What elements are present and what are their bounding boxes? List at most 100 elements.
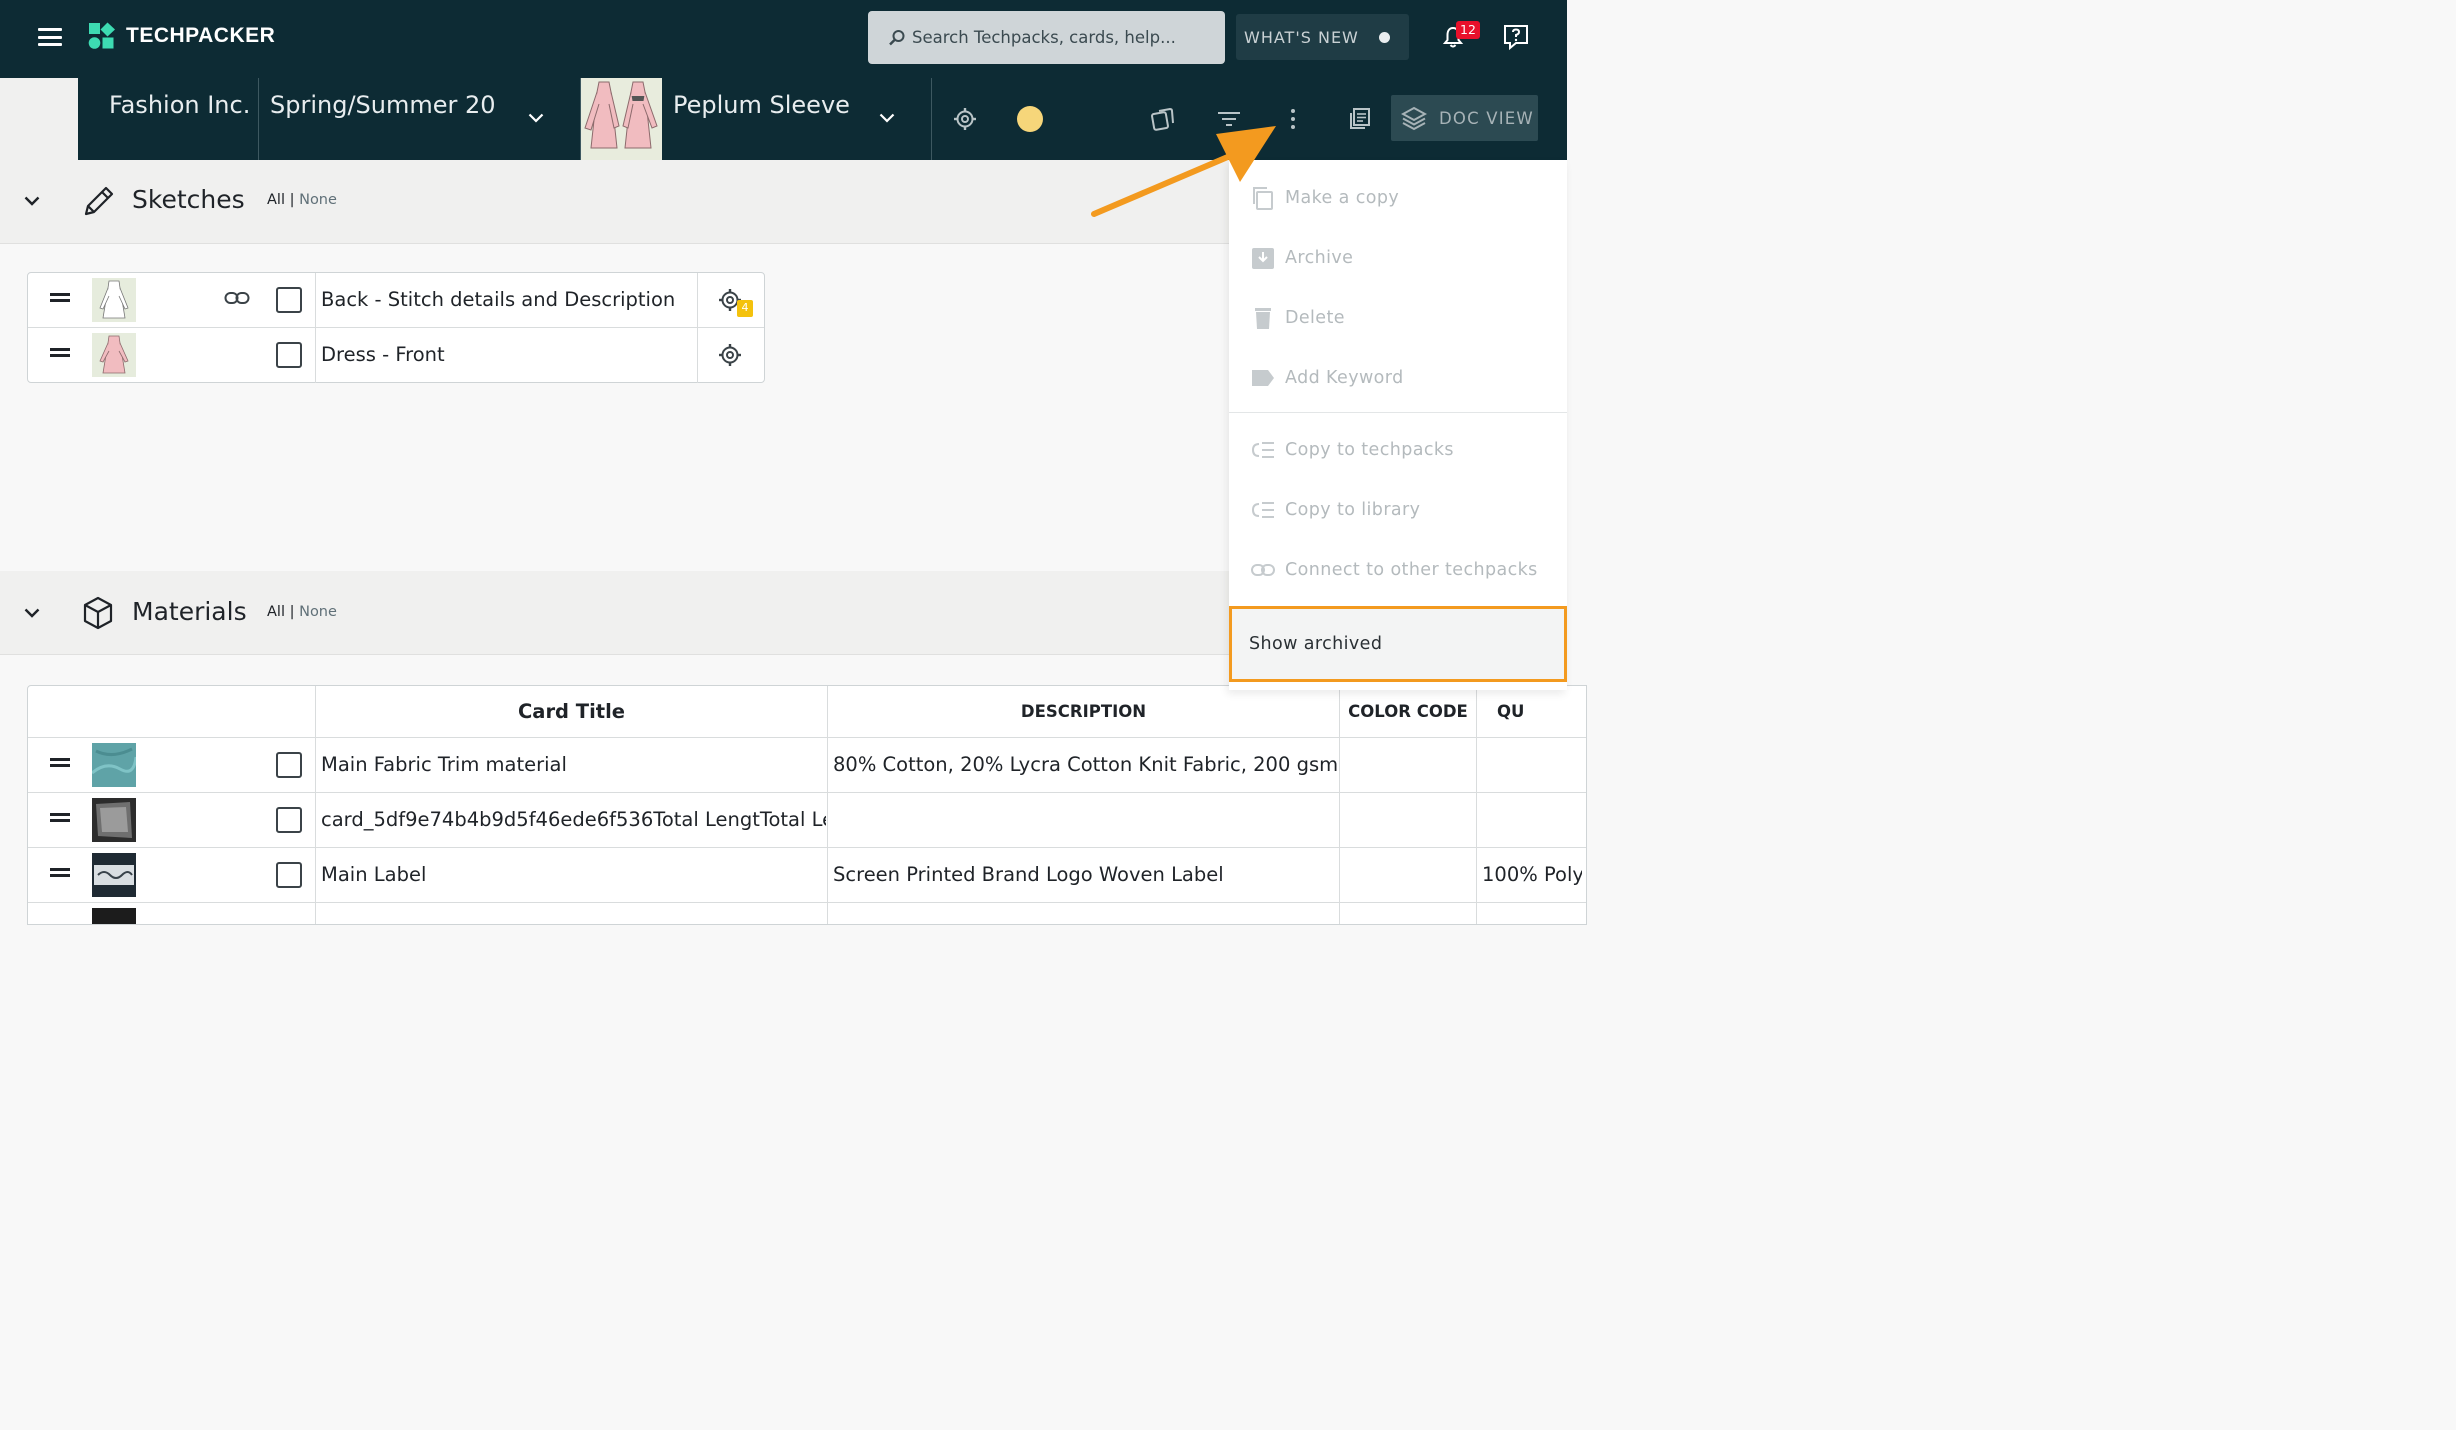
menu-item-archive[interactable]: Archive: [1229, 228, 1567, 288]
sketches-title: Sketches: [132, 185, 245, 214]
sketch-title[interactable]: Dress - Front: [321, 343, 445, 366]
row-checkbox[interactable]: [276, 287, 302, 313]
sketch-title[interactable]: Back - Stitch details and Description: [321, 288, 675, 311]
brand-name: TECHPACKER: [126, 24, 276, 47]
search-icon: [889, 29, 905, 45]
box-icon: [83, 596, 113, 630]
menu-item-label: Connect to other techpacks: [1285, 560, 1538, 580]
doc-view-label: DOC VIEW: [1439, 108, 1534, 128]
table-row[interactable]: Dress - Front: [28, 328, 764, 383]
select-all-none: All | None: [267, 192, 337, 208]
pencil-icon: [84, 186, 114, 216]
top-navbar: TECHPACKER WHAT'S NEW 12: [0, 0, 1567, 78]
dress-sketch-icon: [584, 81, 658, 149]
crumb-spacer: [0, 78, 78, 160]
sketch-thumbnail[interactable]: [92, 333, 136, 377]
material-description[interactable]: Screen Printed Brand Logo Woven Label: [833, 863, 1338, 886]
material-quality[interactable]: 100% Poly: [1482, 863, 1582, 886]
document-icon[interactable]: [1349, 107, 1371, 129]
column-divider: [697, 273, 698, 328]
menu-divider: [1229, 412, 1567, 413]
select-separator: |: [289, 604, 295, 620]
material-title[interactable]: Main Label: [321, 863, 821, 886]
header-card-title[interactable]: Card Title: [316, 686, 827, 738]
menu-item-label: Archive: [1285, 248, 1354, 268]
techpack-header: Fashion Inc. Spring/Summer 20 Peplum Sle…: [0, 78, 1567, 160]
style-name: Peplum Sleeve: [673, 91, 850, 119]
column-divider: [697, 328, 698, 383]
select-none-link[interactable]: None: [299, 192, 337, 208]
row-checkbox[interactable]: [276, 862, 302, 888]
row-checkbox[interactable]: [276, 807, 302, 833]
chevron-down-icon[interactable]: [24, 608, 40, 618]
style-thumbnail[interactable]: [581, 78, 662, 160]
material-thumbnail[interactable]: [92, 798, 136, 842]
archive-icon: [1252, 248, 1274, 269]
select-none-link[interactable]: None: [299, 604, 337, 620]
table-row[interactable]: Main Label Screen Printed Brand Logo Wov…: [28, 848, 1586, 903]
sketch-thumbnail[interactable]: [92, 278, 136, 322]
company-crumb[interactable]: Fashion Inc.: [78, 78, 259, 160]
table-row[interactable]: Back - Stitch details and Description 4: [28, 273, 764, 328]
menu-item-label: Copy to library: [1285, 500, 1421, 520]
table-row[interactable]: [28, 903, 1586, 924]
logo[interactable]: TECHPACKER: [88, 22, 275, 50]
material-title[interactable]: card_5df9e74b4b9d5f46ede6f536Total Lengt…: [321, 808, 826, 831]
menu-item-add-keyword[interactable]: Add Keyword: [1229, 348, 1567, 408]
chevron-down-icon[interactable]: [879, 113, 895, 123]
notification-badge: 12: [1456, 21, 1480, 39]
chevron-down-icon[interactable]: [528, 113, 544, 123]
select-separator: |: [289, 192, 295, 208]
season-name: Spring/Summer 20: [270, 91, 496, 119]
menu-item-copy-to-techpacks[interactable]: Copy to techpacks: [1229, 420, 1567, 480]
more-options-menu: Make a copy Archive Delete Add Keyword C…: [1229, 160, 1567, 690]
material-thumbnail[interactable]: [92, 743, 136, 787]
drag-handle-icon[interactable]: [50, 758, 70, 767]
table-row[interactable]: Main Fabric Trim material 80% Cotton, 20…: [28, 738, 1586, 793]
menu-item-label: Show archived: [1249, 634, 1383, 654]
select-all-link[interactable]: All: [267, 604, 285, 620]
search-box[interactable]: [868, 11, 1225, 64]
drag-handle-icon[interactable]: [50, 348, 70, 357]
row-checkbox[interactable]: [276, 752, 302, 778]
menu-icon[interactable]: [38, 28, 62, 46]
header-description[interactable]: DESCRIPTION: [828, 686, 1339, 738]
status-indicator[interactable]: [1017, 106, 1043, 132]
menu-item-delete[interactable]: Delete: [1229, 288, 1567, 348]
link-icon[interactable]: [224, 290, 250, 306]
company-name: Fashion Inc.: [109, 91, 251, 119]
material-description[interactable]: 80% Cotton, 20% Lycra Cotton Knit Fabric…: [833, 753, 1338, 776]
help-chat-icon[interactable]: [1502, 23, 1530, 51]
menu-item-copy-to-library[interactable]: Copy to library: [1229, 480, 1567, 540]
menu-item-connect-techpacks[interactable]: Connect to other techpacks: [1229, 540, 1567, 600]
doc-view-button[interactable]: DOC VIEW: [1391, 95, 1538, 141]
select-all-link[interactable]: All: [267, 192, 285, 208]
trash-icon: [1255, 308, 1271, 329]
copy-to-list-icon: [1251, 502, 1274, 518]
material-thumbnail[interactable]: [92, 853, 136, 897]
copy-to-list-icon: [1251, 442, 1274, 458]
material-thumbnail[interactable]: [92, 908, 136, 924]
settings-gear-icon[interactable]: [953, 107, 977, 131]
materials-title: Materials: [132, 597, 247, 626]
header-quality[interactable]: QU: [1477, 686, 1586, 738]
whats-new-dot: [1378, 31, 1390, 43]
search-input[interactable]: [912, 28, 1212, 47]
menu-item-label: Delete: [1285, 308, 1345, 328]
settings-gear-icon[interactable]: [718, 343, 742, 367]
whats-new-button[interactable]: WHAT'S NEW: [1236, 14, 1409, 60]
row-checkbox[interactable]: [276, 342, 302, 368]
whats-new-label: WHAT'S NEW: [1244, 27, 1359, 47]
sketches-table: Back - Stitch details and Description 4 …: [27, 272, 765, 383]
materials-table: Card Title DESCRIPTION COLOR CODE QU Mai…: [27, 685, 1587, 925]
header-color-code[interactable]: COLOR CODE: [1340, 686, 1476, 738]
chevron-down-icon[interactable]: [24, 196, 40, 206]
drag-handle-icon[interactable]: [50, 868, 70, 877]
drag-handle-icon[interactable]: [50, 813, 70, 822]
drag-handle-icon[interactable]: [50, 293, 70, 302]
select-all-none: All | None: [267, 604, 337, 620]
menu-item-show-archived[interactable]: Show archived: [1229, 606, 1567, 682]
table-row[interactable]: card_5df9e74b4b9d5f46ede6f536Total Lengt…: [28, 793, 1586, 848]
material-title[interactable]: Main Fabric Trim material: [321, 753, 821, 776]
menu-item-label: Copy to techpacks: [1285, 440, 1454, 460]
